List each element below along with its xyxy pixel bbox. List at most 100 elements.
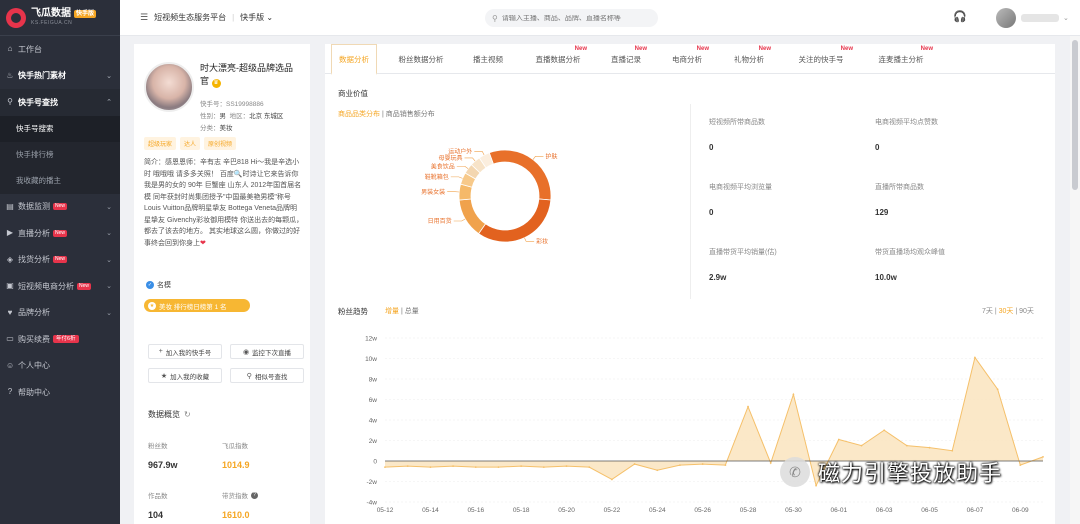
add-favorite-button[interactable]: ★ 加入我的收藏: [148, 368, 222, 383]
live-icon: ▶: [6, 228, 14, 238]
search-icon: ⚲: [246, 372, 252, 380]
data-point: [905, 444, 908, 447]
tab-live-data[interactable]: 直播数据分析 New: [525, 44, 591, 74]
verified-label: ✓ 名模: [146, 281, 171, 289]
menu-icon[interactable]: ☰: [140, 12, 148, 23]
logo[interactable]: 飞瓜数据 快手版 KS.FEIGUA.CN: [0, 0, 120, 36]
y-tick-label: 4w: [369, 418, 378, 425]
data-point: [406, 465, 409, 468]
donut-slice: [488, 149, 552, 201]
x-tick-label: 05-16: [467, 507, 484, 514]
sidebar-item-live-analysis[interactable]: ▶ 直播分析 New ⌄: [0, 220, 120, 247]
tab-co-host[interactable]: 连麦播主分析 New: [865, 44, 937, 74]
tab-commerce[interactable]: 电商分析 New: [661, 44, 713, 74]
data-point: [474, 466, 477, 469]
scrollbar-thumb[interactable]: [1072, 40, 1078, 190]
profile-panel: 时大漂亮-超级品牌选品官 ♛ 快手号：SS19998886 性别：男 地区：北京…: [134, 44, 310, 524]
tab-bar: 数据分析 粉丝数据分析 播主视频 直播数据分析 New 直播记录 New 电商分析 N…: [325, 44, 1055, 75]
data-point: [633, 463, 636, 465]
monitor-live-button[interactable]: ◉ 监控下次直播: [230, 344, 304, 359]
donut-leader-line: [464, 157, 476, 162]
brand-badge: 快手版: [74, 10, 97, 18]
data-point: [701, 463, 704, 465]
sidebar-item-monitoring[interactable]: ▤ 数据监测 New ⌄: [0, 194, 120, 221]
sidebar-item-goods-analysis[interactable]: ◈ 找货分析 New ⌄: [0, 247, 120, 274]
tab-following[interactable]: 关注的快手号 New: [785, 44, 857, 74]
x-tick-label: 06-03: [876, 507, 893, 514]
new-badge: New: [53, 203, 68, 211]
category-subtabs: 商品品类分布 | 商品销售额分布: [338, 111, 435, 118]
sidebar-item-brand-analysis[interactable]: ♥ 品牌分析 ⌄: [0, 300, 120, 327]
rank-badge[interactable]: ★ 美妆 排行榜日榜第 1 名: [144, 299, 250, 312]
heart-icon: ♥: [7, 307, 13, 317]
version-switch[interactable]: 快手版 ⌄: [240, 12, 273, 23]
tab-videos[interactable]: 播主视频: [465, 44, 511, 74]
tab-data-analysis[interactable]: 数据分析: [331, 44, 377, 75]
data-point: [520, 465, 523, 468]
data-point: [656, 469, 659, 472]
data-point: [384, 466, 386, 469]
search-box[interactable]: ⚲: [485, 9, 658, 27]
stat-feigua-index: 飞瓜指数 1014.9: [222, 443, 250, 470]
watermark: ✆ 磁力引擎投放助手: [780, 456, 1002, 488]
range-30d[interactable]: 30天: [999, 308, 1014, 315]
x-tick-label: 05-18: [513, 507, 530, 514]
metric-video-goods: 短视频所带商品数 0: [709, 119, 765, 152]
donut-leader-line: [453, 218, 466, 222]
y-tick-label: 0: [373, 459, 377, 466]
donut-label: 美食饮品: [431, 162, 455, 170]
sidebar-item-purchase[interactable]: ▭ 购买续费 年付6折: [0, 326, 120, 353]
sidebar-item-account-search[interactable]: ⚲ 快手号查找 ⌃: [0, 89, 120, 116]
sidebar-item-workbench[interactable]: ⌂ 工作台: [0, 36, 120, 63]
profile-category: 分类：美妆: [200, 125, 233, 132]
metric-live-sales: 直播带货平均销量(估) 2.9w: [709, 249, 777, 282]
refresh-icon[interactable]: ↻: [184, 410, 191, 419]
subtab-sales-distribution[interactable]: 商品销售额分布: [386, 111, 435, 118]
data-point: [1042, 456, 1044, 458]
heart-icon: ❤: [200, 239, 206, 247]
data-point: [928, 446, 931, 449]
sidebar-subitem-favorites[interactable]: 我收藏的播主: [0, 167, 120, 194]
sidebar: 飞瓜数据 快手版 KS.FEIGUA.CN ⌂ 工作台 ♨ 快手热门素材 ⌄ ⚲ 快手号查…: [0, 0, 120, 524]
sidebar-subitem-account-search[interactable]: 快手号搜索: [0, 115, 120, 142]
tab-live-records[interactable]: 直播记录 New: [601, 44, 651, 74]
headset-icon[interactable]: 🎧: [953, 10, 967, 23]
sidebar-item-personal-center[interactable]: ☺ 个人中心: [0, 353, 120, 380]
range-switch: 7天 | 30天 | 90天: [982, 308, 1034, 315]
x-tick-label: 06-09: [1012, 507, 1029, 514]
main-panel: 数据分析 粉丝数据分析 播主视频 直播数据分析 New 直播记录 New 电商分析 N…: [325, 44, 1055, 524]
user-menu[interactable]: ⌄: [996, 8, 1069, 28]
help-icon[interactable]: ?: [251, 491, 258, 499]
range-90d[interactable]: 90天: [1019, 308, 1034, 315]
sidebar-item-hot-material[interactable]: ♨ 快手热门素材 ⌄: [0, 63, 120, 90]
sidebar-item-video-commerce[interactable]: ▣ 短视频电商分析 New ⌄: [0, 273, 120, 300]
subtab-category-distribution[interactable]: 商品品类分布: [338, 111, 380, 118]
sidebar-subitem-ranking[interactable]: 快手排行榜: [0, 141, 120, 168]
crown-icon: ♛: [211, 79, 221, 88]
search-icon: ⚲: [492, 13, 498, 23]
metric-video-likes: 电商视频平均点赞数 0: [875, 119, 938, 152]
data-point: [974, 356, 976, 359]
similar-account-button[interactable]: ⚲ 相似号查找: [230, 368, 304, 383]
mode-total[interactable]: 总量: [405, 308, 419, 315]
fire-icon: ♨: [6, 70, 14, 80]
scrollbar[interactable]: [1070, 36, 1080, 524]
add-my-account-button[interactable]: + 加入我的快手号: [148, 344, 222, 359]
tab-gifts[interactable]: 礼物分析 New: [723, 44, 775, 74]
new-badge: New: [77, 282, 92, 290]
mode-increment[interactable]: 增量: [385, 308, 399, 315]
stat-fans: 粉丝数 967.9w: [148, 443, 178, 470]
avatar: [996, 8, 1016, 28]
range-7d[interactable]: 7天: [982, 308, 993, 315]
x-tick-label: 05-20: [558, 507, 575, 514]
search-input[interactable]: [501, 14, 642, 22]
wechat-icon: ✆: [780, 457, 810, 487]
sidebar-item-help-center[interactable]: ? 帮助中心: [0, 379, 120, 406]
data-point: [860, 444, 863, 447]
x-tick-label: 05-24: [649, 507, 666, 514]
data-point: [429, 466, 432, 469]
donut-label: 日用百货: [428, 217, 452, 225]
y-tick-label: 2w: [369, 438, 378, 445]
tab-fans-analysis[interactable]: 粉丝数据分析: [391, 44, 451, 74]
chevron-down-icon: ⌄: [106, 283, 112, 291]
